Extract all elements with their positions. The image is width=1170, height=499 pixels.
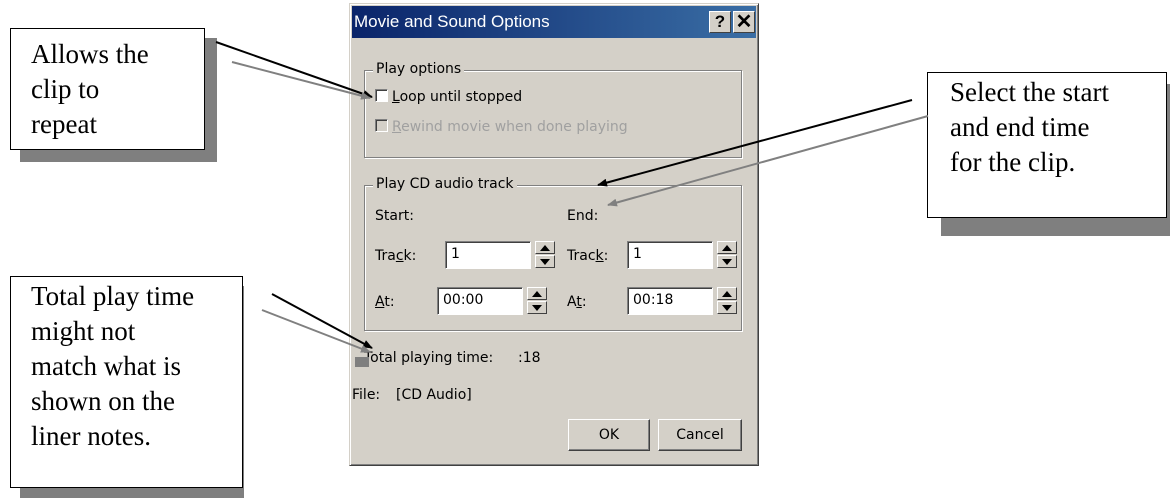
total-playing-time-value: :18 xyxy=(518,350,541,366)
end-at-input[interactable]: 00:18 xyxy=(627,287,713,315)
arrow-down-icon xyxy=(722,305,732,311)
callout-line: match what is xyxy=(31,351,181,381)
spin-down-button[interactable] xyxy=(717,301,737,314)
accelerator-key: A xyxy=(375,294,385,310)
accelerator-key: k xyxy=(595,248,604,264)
rewind-label: ewind movie when done playing xyxy=(401,119,628,135)
accelerator-key: R xyxy=(392,119,402,135)
arrow-down-icon xyxy=(540,259,550,265)
help-button[interactable]: ? xyxy=(709,11,731,33)
label-part: k: xyxy=(403,248,417,264)
end-at-spinner[interactable] xyxy=(717,287,737,315)
callout-start-end-time: Select the start and end time for the cl… xyxy=(927,72,1167,218)
spin-up-button[interactable] xyxy=(527,287,547,300)
start-track-label: Track: xyxy=(375,248,416,264)
arrow-up-icon xyxy=(540,245,550,251)
cd-audio-legend: Play CD audio track xyxy=(373,176,517,192)
ok-button[interactable]: OK xyxy=(568,419,650,451)
arrow-up-icon xyxy=(722,291,732,297)
label-part: : xyxy=(581,294,587,310)
end-track-spinner[interactable] xyxy=(717,241,737,269)
callout-line: Total play time xyxy=(31,281,195,311)
accelerator-key: c xyxy=(395,248,404,264)
checkbox-box[interactable] xyxy=(375,89,388,102)
start-track-input[interactable]: 1 xyxy=(445,241,531,269)
loop-checkbox[interactable]: Loop until stopped xyxy=(375,89,522,105)
callout-line: clip to xyxy=(31,74,100,104)
dialog-title: Movie and Sound Options xyxy=(354,12,550,31)
callout-line: for the clip. xyxy=(950,147,1076,177)
start-at-input[interactable]: 00:00 xyxy=(437,287,523,315)
accelerator-key: L xyxy=(392,89,400,105)
movie-sound-options-dialog: Movie and Sound Options ? ✕ Play options… xyxy=(349,3,759,466)
arrow-up-icon xyxy=(722,245,732,251)
callout-line: repeat xyxy=(31,109,97,139)
loop-label: oop until stopped xyxy=(399,89,523,105)
arrow-up-icon xyxy=(532,291,542,297)
title-bar[interactable]: Movie and Sound Options ? ✕ xyxy=(352,6,756,38)
play-options-group: Play options Loop until stopped Rewind m… xyxy=(364,61,742,158)
end-track-label: Track: xyxy=(567,248,608,264)
play-options-legend: Play options xyxy=(373,61,465,77)
label-part: A xyxy=(567,294,577,310)
label-part: t: xyxy=(384,294,395,310)
cancel-button[interactable]: Cancel xyxy=(658,419,742,451)
start-label: Start: xyxy=(375,208,414,224)
callout-line: and end time xyxy=(950,112,1090,142)
end-at-label: At: xyxy=(567,294,587,310)
callout-loop: Allows the clip to repeat xyxy=(10,28,205,150)
end-label: End: xyxy=(567,208,599,224)
spin-down-button[interactable] xyxy=(527,301,547,314)
label-part: : xyxy=(603,248,609,264)
spin-down-button[interactable] xyxy=(717,255,737,268)
label-part: Tra xyxy=(375,248,396,264)
total-playing-time-label: Total playing time: xyxy=(364,350,494,366)
arrow-down-icon xyxy=(722,259,732,265)
cd-audio-track-group: Play CD audio track Start: End: Track: 1… xyxy=(364,176,742,331)
callout-total-play-time: Total play time might not match what is … xyxy=(10,276,243,488)
callout-line: liner notes. xyxy=(31,421,151,451)
start-at-spinner[interactable] xyxy=(527,287,547,315)
spin-down-button[interactable] xyxy=(535,255,555,268)
arrow-down-icon xyxy=(532,305,542,311)
label-part: Trac xyxy=(567,248,596,264)
spin-up-button[interactable] xyxy=(535,241,555,254)
spin-up-button[interactable] xyxy=(717,287,737,300)
end-track-input[interactable]: 1 xyxy=(627,241,713,269)
callout-line: might not xyxy=(31,316,136,346)
checkbox-box xyxy=(375,119,388,132)
callout-line: Select the start xyxy=(950,77,1109,107)
file-label: File: xyxy=(352,387,381,403)
start-at-label: At: xyxy=(375,294,395,310)
callout-line: shown on the xyxy=(31,386,175,416)
spin-up-button[interactable] xyxy=(717,241,737,254)
callout-line: Allows the xyxy=(31,39,149,69)
close-button[interactable]: ✕ xyxy=(733,11,755,33)
rewind-checkbox: Rewind movie when done playing xyxy=(375,119,628,135)
start-track-spinner[interactable] xyxy=(535,241,555,269)
file-value: [CD Audio] xyxy=(396,387,472,403)
